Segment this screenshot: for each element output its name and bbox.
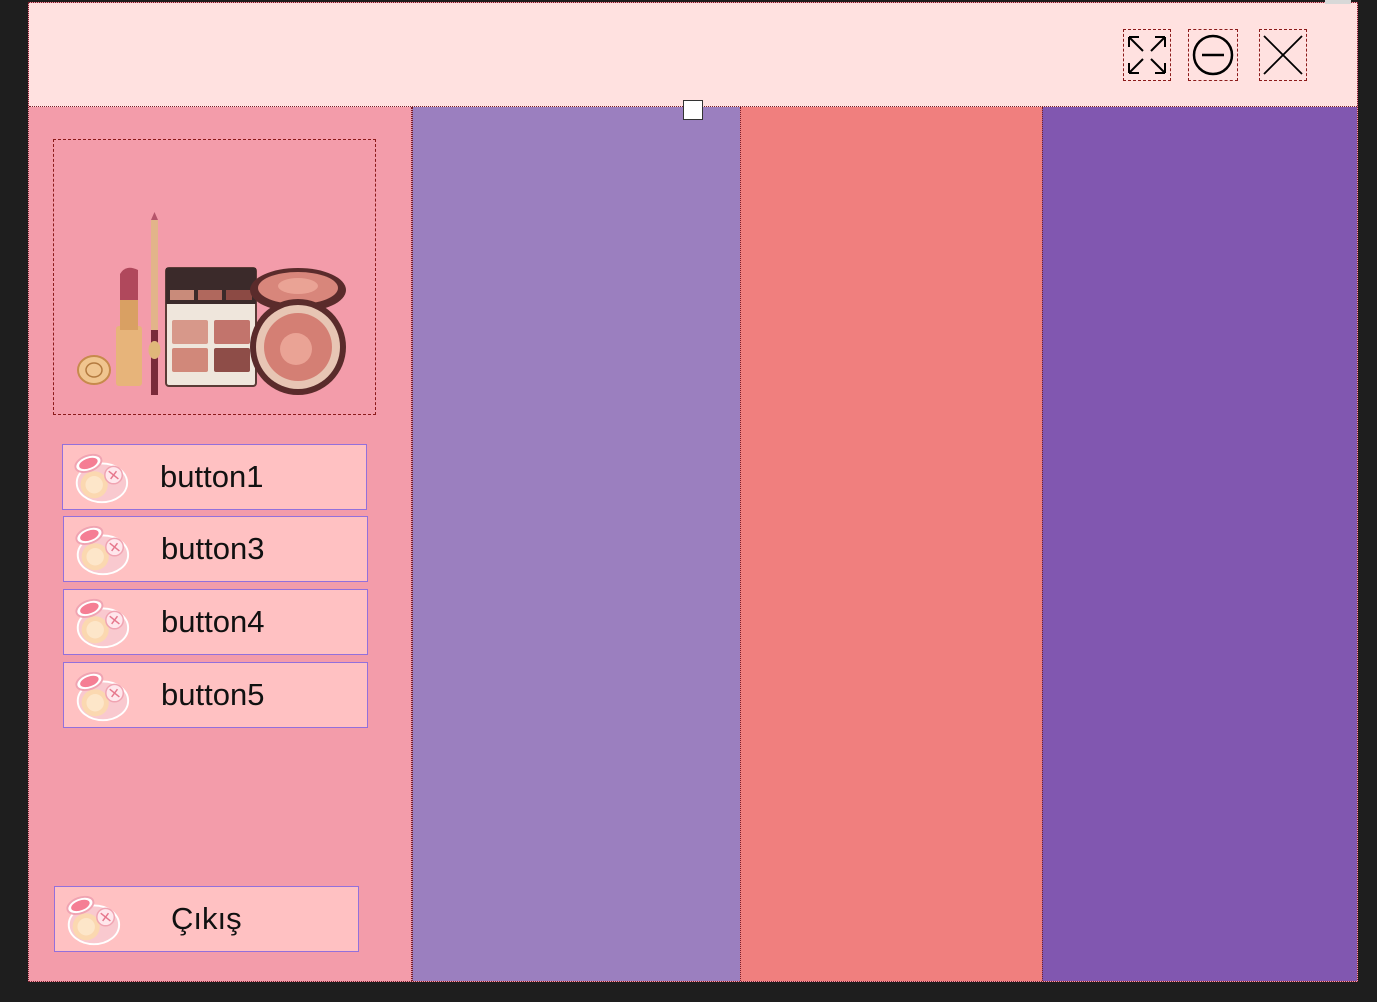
circle-minus-icon [1192, 34, 1234, 76]
resize-handle[interactable] [683, 100, 703, 120]
content-panel-1 [412, 107, 740, 981]
content-panel-3 [1042, 107, 1357, 981]
button-label: button1 [160, 459, 264, 494]
x-icon [1263, 35, 1303, 75]
window-corner [1325, 0, 1351, 4]
makeup-products-image [77, 212, 346, 395]
exit-label: Çıkış [171, 901, 242, 936]
compact-powder-icon [73, 668, 130, 722]
sidebar-button-5[interactable]: button5 [63, 662, 368, 728]
compact-powder-icon [64, 892, 121, 946]
main-form: button1 button3 button4 button5 Çıkış [28, 2, 1358, 982]
close-button[interactable] [1259, 29, 1307, 81]
compact-powder-icon [72, 450, 129, 504]
sidebar-button-3[interactable]: button3 [63, 516, 368, 582]
compact-powder-icon [73, 595, 130, 649]
content-panel-2 [740, 107, 1042, 981]
maximize-button[interactable] [1123, 29, 1171, 81]
minimize-button[interactable] [1188, 29, 1238, 81]
sidebar-button-4[interactable]: button4 [63, 589, 368, 655]
expand-arrows-icon [1128, 36, 1166, 74]
sidebar-button-1[interactable]: button1 [62, 444, 367, 510]
button-label: button5 [161, 677, 265, 712]
compact-powder-icon [73, 522, 130, 576]
button-label: button4 [161, 604, 265, 639]
exit-button[interactable]: Çıkış [54, 886, 359, 952]
sidebar: button1 button3 button4 button5 Çıkış [29, 107, 412, 981]
logo-picture-box [53, 139, 376, 415]
button-label: button3 [161, 531, 265, 566]
title-bar [29, 3, 1357, 107]
